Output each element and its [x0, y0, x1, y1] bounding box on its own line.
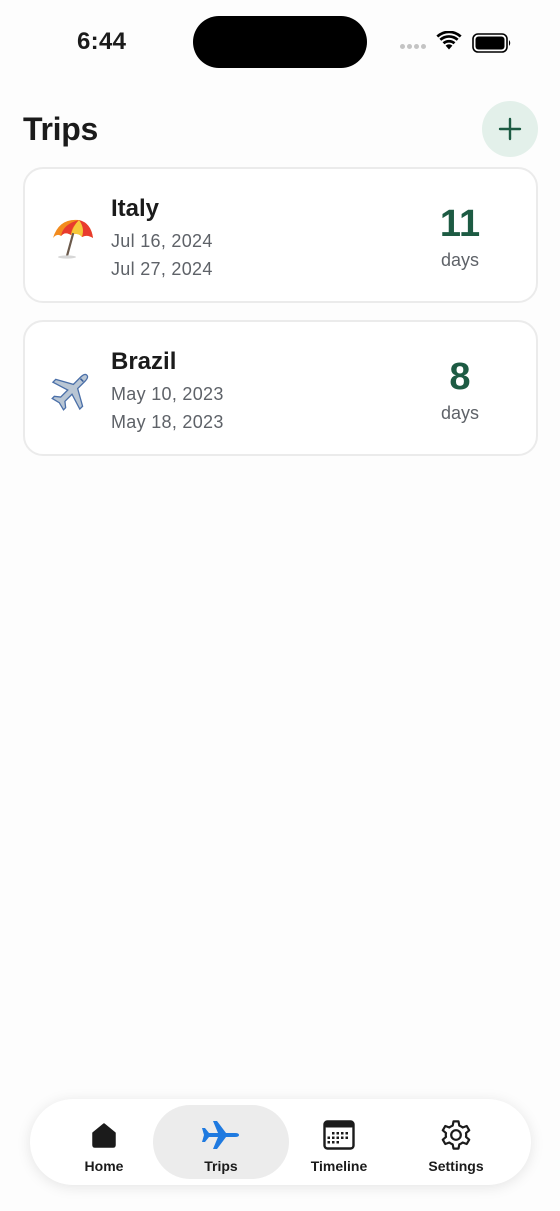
tab-label: Timeline	[310, 1158, 368, 1174]
house-icon	[92, 1123, 116, 1148]
tab-label: Settings	[428, 1158, 484, 1174]
plus-icon	[498, 117, 522, 141]
tab-home[interactable]: Home	[36, 1105, 172, 1179]
trip-days-count: 8	[449, 356, 471, 398]
tab-settings[interactable]: Settings	[388, 1105, 524, 1179]
tab-trips[interactable]: Trips	[153, 1105, 289, 1179]
trips-screen: 6:44 Trips Italy Jul 16, 2024 Jul 27, 20…	[0, 0, 560, 1211]
trip-end-date: May 18, 2023	[111, 412, 224, 432]
airplane-icon	[202, 1121, 239, 1149]
trip-list: Italy Jul 16, 2024 Jul 27, 2024 11 days …	[23, 167, 538, 473]
trip-name: Brazil	[111, 348, 177, 375]
status-time: 6:44	[77, 28, 127, 55]
trip-days-label: days	[440, 403, 480, 423]
trip-card-brazil[interactable]: Brazil May 10, 2023 May 18, 2023 8 days	[23, 320, 538, 456]
tab-label: Home	[84, 1158, 124, 1174]
add-trip-button[interactable]	[482, 101, 538, 157]
trip-days-count: 11	[439, 203, 481, 245]
trip-start-date: Jul 16, 2024	[111, 231, 213, 251]
trip-card-italy[interactable]: Italy Jul 16, 2024 Jul 27, 2024 11 days	[23, 167, 538, 303]
gear-icon	[441, 1120, 471, 1150]
cellular-signal-icon	[400, 44, 430, 50]
calendar-icon	[323, 1120, 355, 1150]
page-title: Trips	[23, 111, 98, 147]
tab-bar: Home Trips Timeline Settings	[30, 1099, 531, 1185]
airplane-emoji-icon	[48, 366, 96, 414]
battery-icon	[472, 33, 511, 53]
trip-days-label: days	[440, 250, 480, 270]
wifi-icon	[436, 31, 462, 50]
tab-timeline[interactable]: Timeline	[271, 1105, 407, 1179]
beach-umbrella-icon	[48, 213, 96, 261]
trip-name: Italy	[111, 195, 160, 222]
trip-end-date: Jul 27, 2024	[111, 259, 213, 279]
dynamic-island	[193, 16, 367, 68]
tab-label: Trips	[204, 1158, 238, 1174]
trip-start-date: May 10, 2023	[111, 384, 224, 404]
